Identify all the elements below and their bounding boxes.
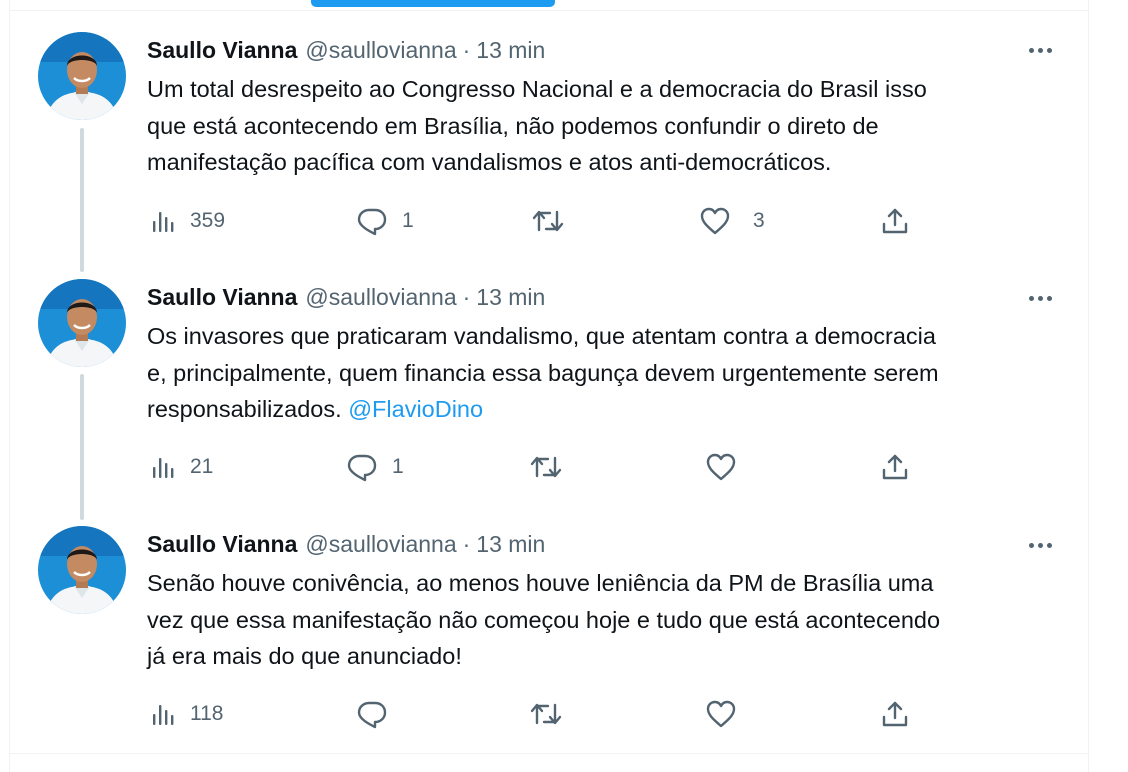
tweet-text: Um total desrespeito ao Congresso Nacion… xyxy=(147,71,1077,181)
bar-chart-icon xyxy=(153,705,174,725)
thread-connector-line xyxy=(80,374,84,520)
views-button[interactable]: 118 xyxy=(150,696,223,732)
heart-icon xyxy=(706,700,736,728)
tweet-text-line: Os invasores que praticaram vandalismo, … xyxy=(147,323,936,349)
retweet-arrows-icon xyxy=(530,703,562,725)
views-button[interactable]: 359 xyxy=(150,203,225,239)
separator-dot: · xyxy=(462,530,471,557)
like-button[interactable] xyxy=(705,696,751,732)
tweet-text-line: Um total desrespeito ao Congresso Nacion… xyxy=(147,76,927,102)
tweet-text: Senão houve conivência, ao menos houve l… xyxy=(147,565,1077,675)
author-handle[interactable]: @saullovianna xyxy=(305,531,456,558)
retweet-button[interactable] xyxy=(531,203,579,239)
reply-button[interactable]: 1 xyxy=(346,449,404,485)
retweet-button[interactable] xyxy=(529,696,577,732)
tweet-actions: 21 1 xyxy=(0,449,1128,485)
tweet-text-line: manifestação pacífica com vandalismos e … xyxy=(147,149,832,175)
share-upload-icon xyxy=(882,208,908,234)
tweet-text: Os invasores que praticaram vandalismo, … xyxy=(147,318,1077,428)
retweet-arrows-icon xyxy=(530,456,562,478)
like-button[interactable] xyxy=(705,449,751,485)
author-handle[interactable]: @saullovianna xyxy=(305,284,456,311)
tweet-header: Saullo Vianna @saullovianna · 13 min xyxy=(147,35,545,65)
views-count: 21 xyxy=(190,455,214,478)
avatar[interactable] xyxy=(38,526,126,614)
replies-count: 1 xyxy=(402,209,414,232)
more-dots-icon[interactable] xyxy=(1022,38,1058,62)
like-button[interactable]: 3 xyxy=(699,203,765,239)
bar-chart-icon xyxy=(153,458,174,478)
views-button[interactable]: 21 xyxy=(150,449,213,485)
author-name[interactable]: Saullo Vianna xyxy=(147,37,297,64)
divider xyxy=(9,10,1089,11)
tweet-timestamp[interactable]: 13 min xyxy=(476,37,545,64)
tweet-text-line: e, principalmente, quem financia essa ba… xyxy=(147,359,939,386)
share-button[interactable] xyxy=(880,449,910,485)
tweet-actions: 359 1 3 xyxy=(0,203,1128,239)
mention-link[interactable]: @FlavioDino xyxy=(348,396,483,422)
tweet-text-segment: responsabilizados. xyxy=(147,396,349,422)
thread-connector-line xyxy=(80,128,84,272)
tweet-header: Saullo Vianna @saullovianna · 13 min xyxy=(147,282,545,312)
reply-button[interactable] xyxy=(356,696,402,732)
more-dots-icon[interactable] xyxy=(1022,286,1058,310)
tweet-text-line: Senão houve conivência, ao menos houve l… xyxy=(147,570,934,596)
more-dots-icon[interactable] xyxy=(1022,533,1058,557)
speech-bubble-icon xyxy=(357,701,387,729)
heart-icon xyxy=(700,207,730,235)
tweet-text-line: vez que essa manifestação não começou ho… xyxy=(147,606,941,633)
tweet-text-line: já era mais do que anunciado! xyxy=(147,643,462,669)
share-upload-icon xyxy=(882,701,908,727)
author-handle[interactable]: @saullovianna xyxy=(305,37,456,64)
divider xyxy=(9,753,1089,754)
speech-bubble-icon xyxy=(357,208,387,236)
reply-button[interactable]: 1 xyxy=(356,203,414,239)
avatar[interactable] xyxy=(38,32,126,120)
replies-count: 1 xyxy=(392,455,404,478)
views-count: 118 xyxy=(190,702,224,725)
tweet-timestamp[interactable]: 13 min xyxy=(476,284,545,311)
retweet-arrows-icon xyxy=(532,210,564,232)
speech-bubble-icon xyxy=(347,454,377,482)
heart-icon xyxy=(706,453,736,481)
bar-chart-icon xyxy=(153,212,174,232)
avatar[interactable] xyxy=(38,279,126,367)
retweet-button[interactable] xyxy=(529,449,577,485)
share-upload-icon xyxy=(882,454,908,480)
tweet-actions: 118 xyxy=(0,696,1128,732)
tweet-timestamp[interactable]: 13 min xyxy=(476,531,545,558)
avatar-photo xyxy=(38,32,126,120)
separator-dot: · xyxy=(462,36,471,63)
author-name[interactable]: Saullo Vianna xyxy=(147,284,297,311)
tweet-header: Saullo Vianna @saullovianna · 13 min xyxy=(147,529,545,559)
share-button[interactable] xyxy=(880,203,910,239)
author-name[interactable]: Saullo Vianna xyxy=(147,531,297,558)
share-button[interactable] xyxy=(880,696,910,732)
separator-dot: · xyxy=(462,283,471,310)
tweet-text-line: que está acontecendo em Brasília, não po… xyxy=(147,112,879,139)
avatar-photo xyxy=(38,526,126,614)
tweet-text-line: responsabilizados. @FlavioDino xyxy=(147,391,1077,428)
likes-count: 3 xyxy=(753,209,765,232)
avatar-photo xyxy=(38,279,126,367)
views-count: 359 xyxy=(190,209,226,232)
active-tab-indicator xyxy=(311,0,555,7)
